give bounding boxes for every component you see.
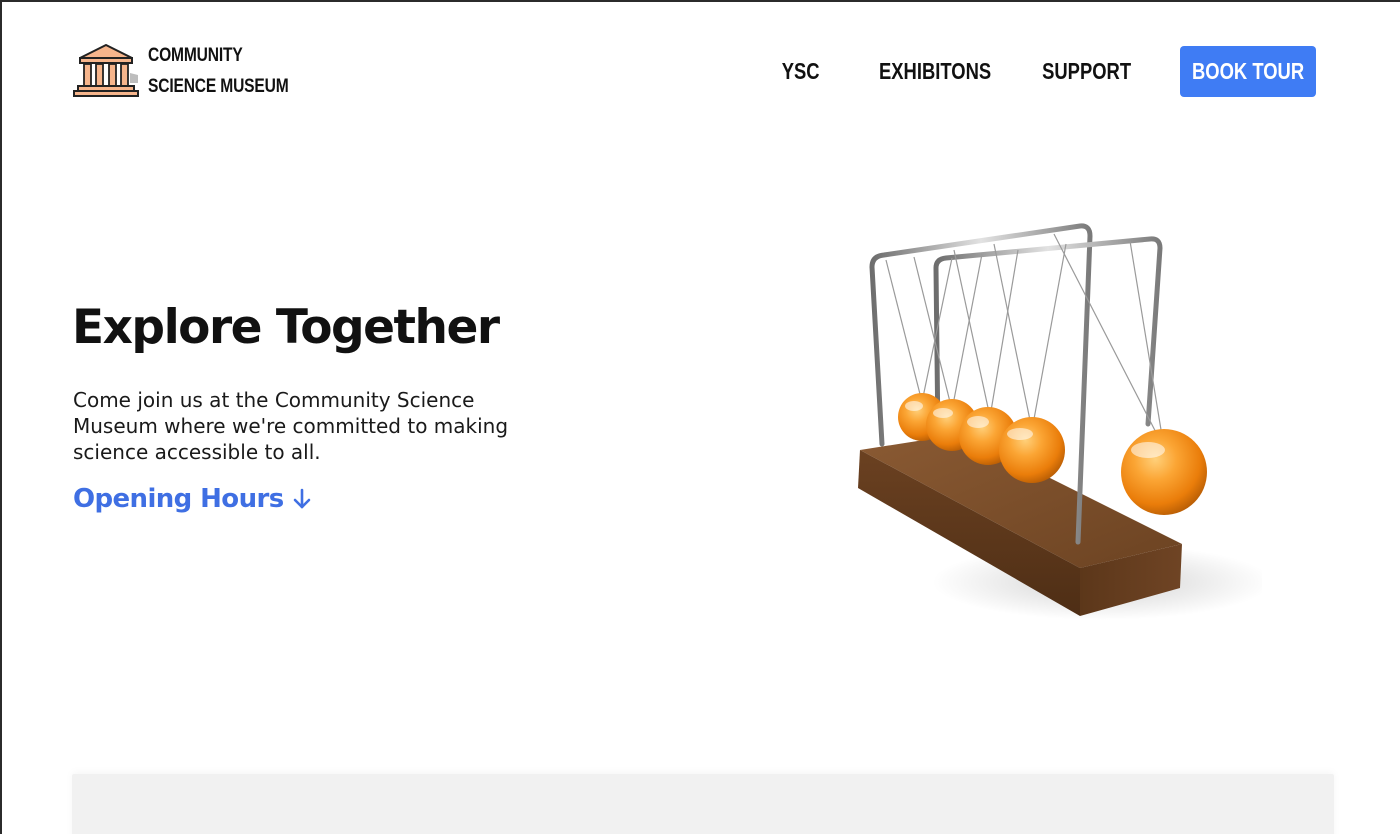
hero-title: Explore Together [72, 300, 500, 355]
main-nav: YSC EXHIBITONS SUPPORT BOOK TOUR [777, 46, 1316, 97]
arrow-down-icon [293, 488, 310, 509]
opening-hours-link[interactable]: Opening Hours [73, 484, 312, 514]
page-frame: COMMUNITY SCIENCE MUSEUM YSC EXHIBITONS … [0, 0, 1400, 834]
content-section-top [72, 774, 1334, 834]
logo-line-2: SCIENCE MUSEUM [148, 76, 289, 97]
opening-hours-label: Opening Hours [73, 484, 284, 514]
nav-link-exhibitions[interactable]: EXHIBITONS [879, 58, 991, 85]
nav-link-ysc[interactable]: YSC [782, 58, 820, 85]
book-tour-button[interactable]: BOOK TOUR [1180, 46, 1316, 97]
site-logo[interactable]: COMMUNITY SCIENCE MUSEUM [72, 40, 319, 102]
book-tour-label: BOOK TOUR [1191, 58, 1305, 84]
nav-link-support[interactable]: SUPPORT [1042, 58, 1131, 85]
hero-description: Come join us at the Community Science Mu… [73, 388, 509, 464]
logo-text: COMMUNITY SCIENCE MUSEUM [148, 40, 289, 102]
museum-building-icon [73, 44, 139, 97]
newtons-cradle-illustration [858, 223, 1262, 620]
logo-line-1: COMMUNITY [148, 45, 243, 66]
